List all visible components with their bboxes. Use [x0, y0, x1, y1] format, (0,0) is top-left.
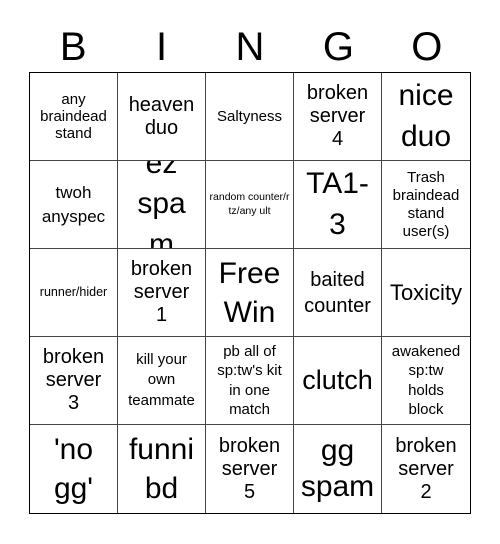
bingo-cell[interactable]: heaven duo: [118, 73, 206, 161]
cell-text: random counter/rtz/any ult: [209, 190, 290, 217]
bingo-cell[interactable]: awakened sp:tw holds block: [382, 337, 470, 425]
header-letter-i: I: [156, 25, 168, 69]
cell-text: broken server 2: [395, 434, 457, 503]
cell-text: twoh anyspec: [41, 182, 106, 226]
cell-text: pb all of sp:tw's kit in one match: [217, 342, 282, 419]
bingo-cell[interactable]: baited counter: [294, 249, 382, 337]
bingo-cell[interactable]: twoh anyspec: [30, 161, 118, 249]
cell-text: nice duo: [398, 79, 454, 153]
cell-text: gg spam: [300, 434, 375, 503]
cell-text: any braindead stand: [40, 90, 107, 143]
bingo-cell[interactable]: broken server 1: [118, 249, 206, 337]
bingo-cell[interactable]: runner/hider: [30, 249, 118, 337]
cell-text: Trash braindead stand user(s): [392, 168, 460, 240]
bingo-cell[interactable]: any braindead stand: [30, 73, 118, 161]
bingo-cell[interactable]: TA1-3: [294, 161, 382, 249]
cell-text: awakened sp:tw holds block: [391, 342, 461, 419]
cell-text: kill your own teammate: [128, 351, 195, 409]
cell-text: broken server 4: [306, 82, 369, 150]
bingo-cell[interactable]: broken server 2: [382, 425, 470, 513]
bingo-cell[interactable]: Trash braindead stand user(s): [382, 161, 470, 249]
cell-text: Free Win: [218, 256, 281, 329]
cell-text: heaven duo: [128, 93, 195, 139]
cell-text: Saltyness: [216, 107, 283, 125]
header-letter-b: B: [59, 25, 87, 69]
cell-text: broken server 3: [42, 346, 105, 414]
bingo-cell[interactable]: ez spam: [118, 161, 206, 249]
bingo-cell[interactable]: 'no gg': [30, 425, 118, 513]
cell-text: baited counter: [304, 268, 371, 317]
bingo-cell[interactable]: Toxicity: [382, 249, 470, 337]
bingo-cell[interactable]: pb all of sp:tw's kit in one match: [206, 337, 294, 425]
bingo-cell[interactable]: clutch: [294, 337, 382, 425]
bingo-cell[interactable]: broken server 4: [294, 73, 382, 161]
bingo-cell[interactable]: broken server 5: [206, 425, 294, 513]
bingo-cell[interactable]: Saltyness: [206, 73, 294, 161]
bingo-cell[interactable]: nice duo: [382, 73, 470, 161]
header-letter-o: O: [411, 25, 443, 69]
cell-text: Toxicity: [389, 279, 463, 305]
bingo-board: any braindead stand heaven duo Saltyness…: [29, 72, 471, 514]
cell-text: broken server 1: [130, 258, 193, 326]
header-letter-n: N: [235, 25, 265, 69]
bingo-cell[interactable]: funni bd: [118, 425, 206, 513]
cell-text: funni bd: [128, 433, 195, 505]
bingo-cell[interactable]: Free Win: [206, 249, 294, 337]
header-letter-g: G: [322, 25, 354, 69]
cell-text: clutch: [302, 364, 373, 395]
cell-text: 'no gg': [53, 433, 94, 505]
bingo-cell[interactable]: gg spam: [294, 425, 382, 513]
cell-text: ez spam: [137, 161, 186, 249]
bingo-cell[interactable]: broken server 3: [30, 337, 118, 425]
cell-text: runner/hider: [39, 285, 108, 300]
bingo-header: B I N G O: [29, 22, 471, 72]
cell-text: TA1-3: [306, 167, 369, 241]
bingo-cell[interactable]: random counter/rtz/any ult: [206, 161, 294, 249]
bingo-cell[interactable]: kill your own teammate: [118, 337, 206, 425]
cell-text: broken server 5: [218, 434, 281, 503]
